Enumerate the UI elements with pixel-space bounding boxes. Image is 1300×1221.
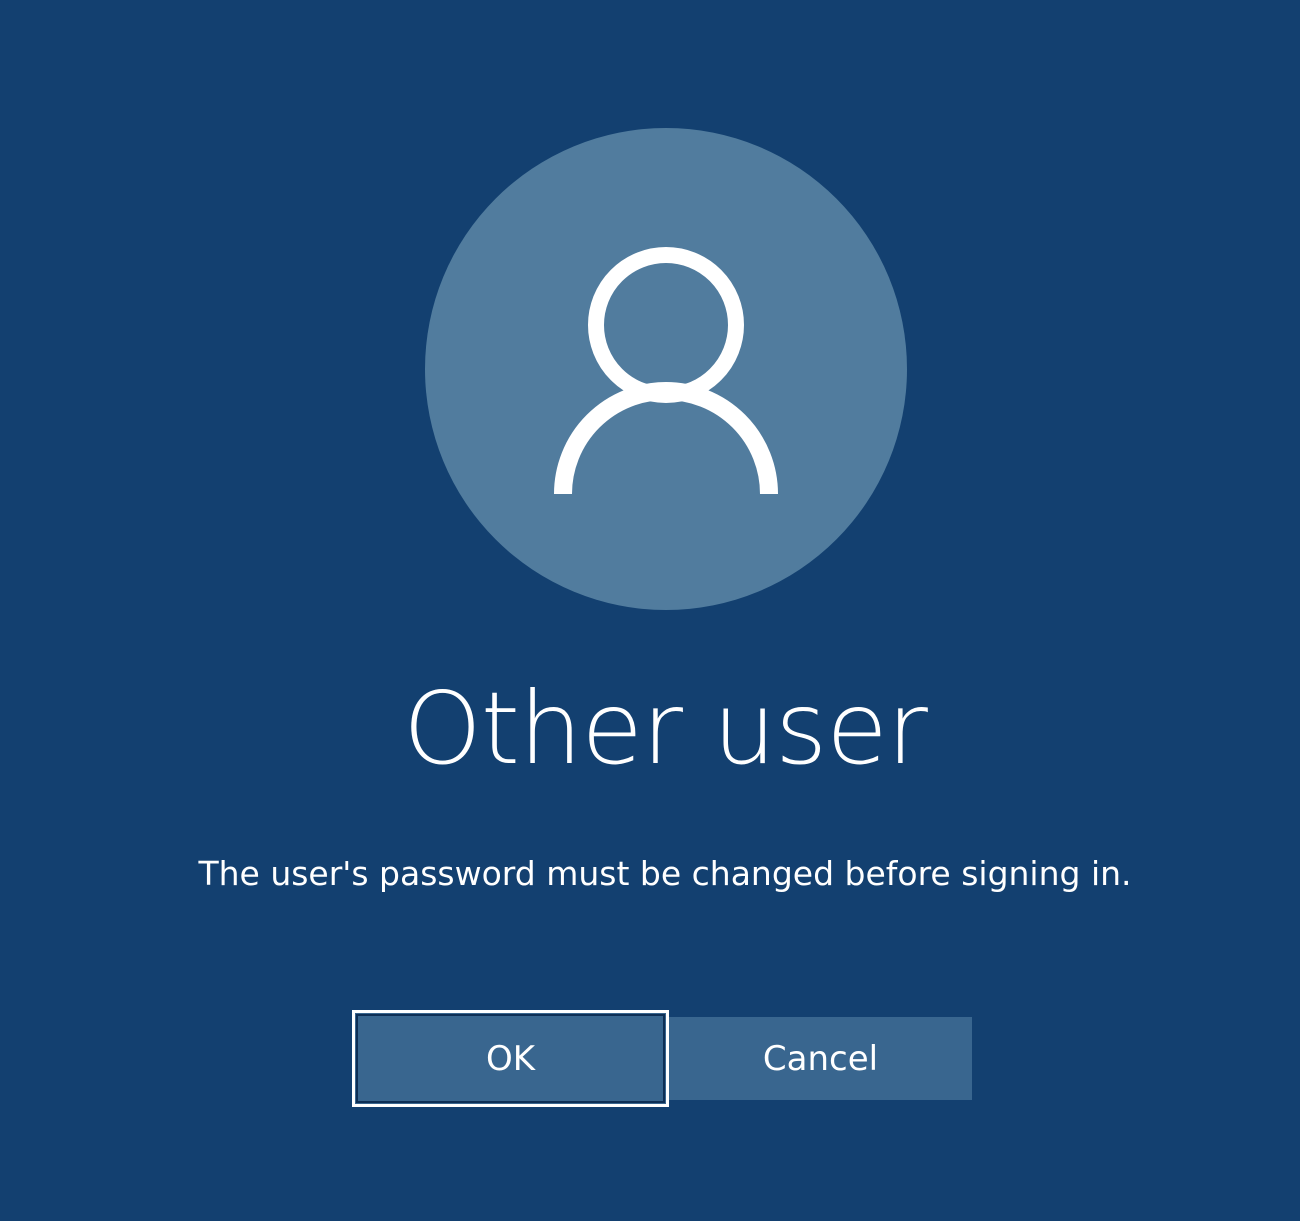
- cancel-button[interactable]: Cancel: [669, 1017, 972, 1100]
- user-icon: [554, 247, 778, 495]
- sign-in-screen: Other user The user's password must be c…: [0, 0, 1300, 1221]
- user-name-title: Other user: [403, 670, 928, 787]
- ok-button[interactable]: OK: [352, 1010, 669, 1107]
- password-change-message: The user's password must be changed befo…: [198, 854, 1132, 893]
- avatar: [425, 128, 907, 610]
